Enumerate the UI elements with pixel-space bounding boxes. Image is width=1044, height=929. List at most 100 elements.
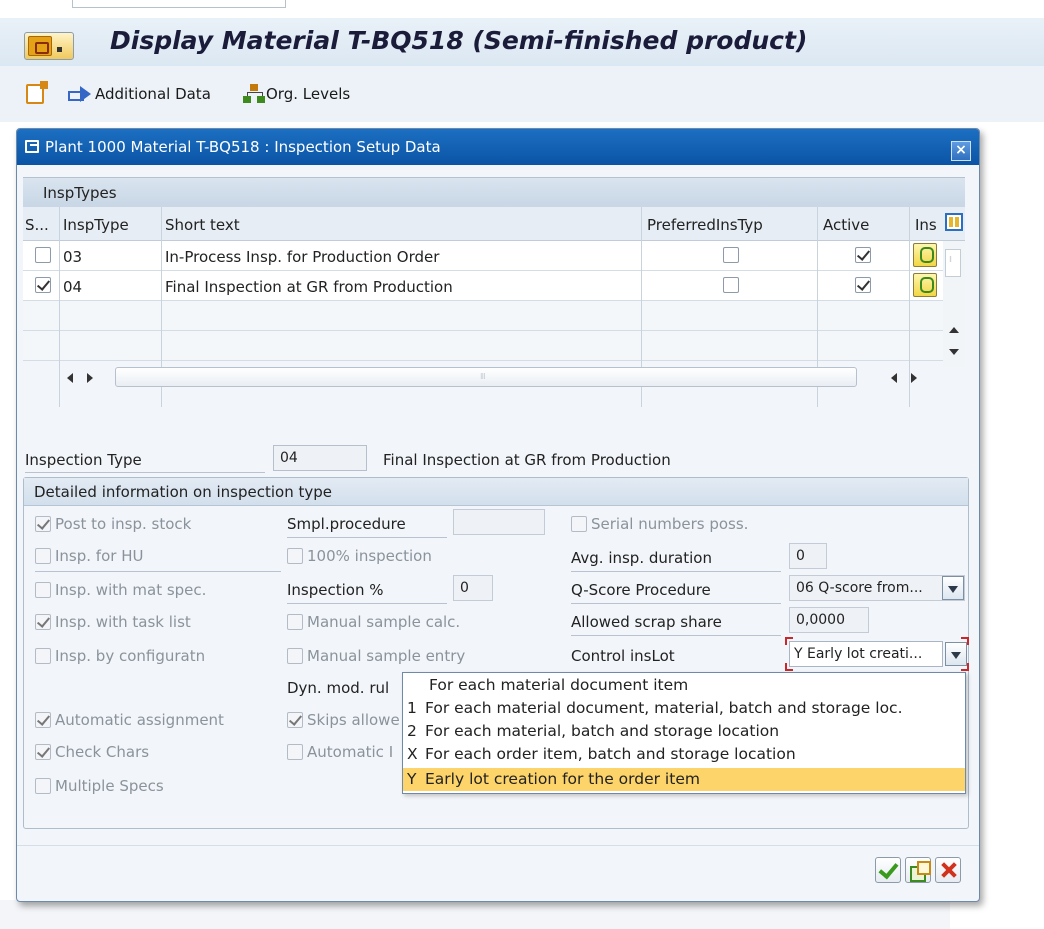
checkbox-box xyxy=(287,744,303,760)
dropdown-option[interactable]: For each material document item xyxy=(403,674,965,697)
additional-data-label: Additional Data xyxy=(95,85,211,103)
close-icon[interactable]: × xyxy=(951,141,971,161)
scroll-left-icon[interactable] xyxy=(891,373,897,383)
scroll-up-icon[interactable] xyxy=(949,327,959,333)
top-input-field[interactable] xyxy=(72,0,286,8)
scroll-right-icon[interactable] xyxy=(87,373,93,383)
chevron-down-icon[interactable] xyxy=(942,576,964,600)
manual-sample-entry-checkbox[interactable]: Manual sample entry xyxy=(287,647,465,665)
footer-separator xyxy=(17,845,979,846)
row-underline xyxy=(35,571,281,572)
checkbox-box xyxy=(35,744,51,760)
manual-sample-calc-checkbox[interactable]: Manual sample calc. xyxy=(287,613,460,631)
column-header-ins[interactable]: Ins xyxy=(915,216,937,234)
group-header: Detailed information on inspection type xyxy=(24,478,968,506)
scroll-right-icon[interactable] xyxy=(911,373,917,383)
inspection-percent-field[interactable]: 0 xyxy=(453,575,493,601)
smpl-procedure-field[interactable] xyxy=(453,509,545,535)
focus-marker xyxy=(785,637,793,645)
checkbox-box xyxy=(287,648,303,664)
focus-marker xyxy=(961,663,969,671)
automatic-checkbox[interactable]: Automatic I xyxy=(287,743,393,761)
detail-button[interactable] xyxy=(913,273,937,297)
dropdown-option-selected[interactable]: Y Early lot creation for the order item xyxy=(403,768,965,791)
insp-for-hu-checkbox[interactable]: Insp. for HU xyxy=(35,547,143,565)
label-underline xyxy=(287,603,447,604)
detail-button[interactable] xyxy=(913,243,937,267)
table-settings-icon[interactable] xyxy=(945,213,963,231)
table-horizontal-scrollbar[interactable] xyxy=(115,367,857,387)
org-structure-icon xyxy=(244,84,264,104)
checkbox-box xyxy=(35,648,51,664)
table-title: InspTypes xyxy=(43,184,117,202)
control-inslot-select[interactable]: Y Early lot creati... xyxy=(789,641,943,667)
insp-by-configuration-checkbox[interactable]: Insp. by configuratn xyxy=(35,647,205,665)
scroll-left-icon[interactable] xyxy=(67,373,73,383)
preferred-checkbox[interactable] xyxy=(723,277,739,293)
checkbox-box xyxy=(287,614,303,630)
insp-types-table: InspTypes S... InspType Short text Prefe… xyxy=(23,177,969,407)
checkbox-box xyxy=(571,516,587,532)
post-to-insp-stock-checkbox[interactable]: Post to insp. stock xyxy=(35,515,191,533)
short-text-cell: In-Process Insp. for Production Order xyxy=(165,248,440,266)
smpl-procedure-label: Smpl.procedure xyxy=(287,515,406,533)
create-document-button[interactable] xyxy=(26,81,48,106)
focus-marker xyxy=(961,637,969,645)
checkbox-box xyxy=(35,614,51,630)
serial-numbers-checkbox[interactable]: Serial numbers poss. xyxy=(571,515,748,533)
copy-button[interactable] xyxy=(905,857,931,883)
dropdown-option[interactable]: 1 For each material document, material, b… xyxy=(403,697,965,720)
control-inslot-dropdown-list: For each material document item 1 For eac… xyxy=(402,672,966,794)
additional-data-button[interactable]: Additional Data xyxy=(68,82,211,106)
row-select-checkbox[interactable] xyxy=(35,247,51,263)
dropdown-option[interactable]: 2 For each material, batch and storage lo… xyxy=(403,720,965,743)
checkbox-box xyxy=(35,582,51,598)
avg-insp-duration-field[interactable]: 0 xyxy=(789,543,827,569)
allowed-scrap-share-field[interactable]: 0,0000 xyxy=(789,607,869,633)
inspection-100-checkbox[interactable]: 100% inspection xyxy=(287,547,432,565)
insp-with-mat-spec-checkbox[interactable]: Insp. with mat spec. xyxy=(35,581,206,599)
active-checkbox[interactable] xyxy=(855,247,871,263)
q-score-procedure-select[interactable]: 06 Q-score from... xyxy=(789,575,965,601)
scroll-thumb[interactable] xyxy=(945,249,961,277)
column-header-insptype[interactable]: InspType xyxy=(63,216,129,234)
column-separator xyxy=(59,207,60,407)
automatic-assignment-checkbox[interactable]: Automatic assignment xyxy=(35,711,224,729)
arrow-right-icon xyxy=(68,86,92,102)
dialog-title-bar[interactable]: Plant 1000 Material T-BQ518 : Inspection… xyxy=(17,129,979,165)
active-checkbox[interactable] xyxy=(855,277,871,293)
scroll-down-icon[interactable] xyxy=(949,349,959,355)
table-vertical-scrollbar[interactable] xyxy=(943,241,965,367)
sap-menu-icon[interactable] xyxy=(24,32,74,60)
org-levels-button[interactable]: Org. Levels xyxy=(244,82,350,106)
label-underline xyxy=(287,537,447,538)
skips-allowed-checkbox[interactable]: Skips allowe xyxy=(287,711,400,729)
dropdown-option[interactable]: X For each order item, batch and storage … xyxy=(403,743,965,766)
column-separator xyxy=(909,207,910,407)
column-header-select[interactable]: S... xyxy=(25,216,49,234)
insp-with-task-list-checkbox[interactable]: Insp. with task list xyxy=(35,613,191,631)
checkbox-box xyxy=(35,516,51,532)
window-title: Display Material T-BQ518 (Semi-finished … xyxy=(110,26,808,55)
create-document-icon xyxy=(26,81,48,104)
menu-dropdown-icon xyxy=(57,47,62,52)
q-score-procedure-label: Q-Score Procedure xyxy=(571,581,711,599)
column-header-preferred[interactable]: PreferredInsTyp xyxy=(647,216,763,234)
multiple-specs-checkbox[interactable]: Multiple Specs xyxy=(35,777,164,795)
ok-button[interactable] xyxy=(875,857,901,883)
control-inslot-label: Control insLot xyxy=(571,647,675,665)
label-underline xyxy=(571,571,781,572)
checkbox-box xyxy=(287,548,303,564)
dialog-title: Plant 1000 Material T-BQ518 : Inspection… xyxy=(45,138,441,156)
checkbox-box xyxy=(35,548,51,564)
cancel-button[interactable] xyxy=(935,857,961,883)
label-underline xyxy=(25,472,265,473)
dialog-window-icon xyxy=(25,140,39,153)
preferred-checkbox[interactable] xyxy=(723,247,739,263)
column-header-active[interactable]: Active xyxy=(823,216,869,234)
label-underline xyxy=(571,603,781,604)
check-chars-checkbox[interactable]: Check Chars xyxy=(35,743,149,761)
column-header-short-text[interactable]: Short text xyxy=(165,216,240,234)
inspection-type-field[interactable]: 04 xyxy=(273,445,367,471)
row-select-checkbox[interactable] xyxy=(35,277,51,293)
